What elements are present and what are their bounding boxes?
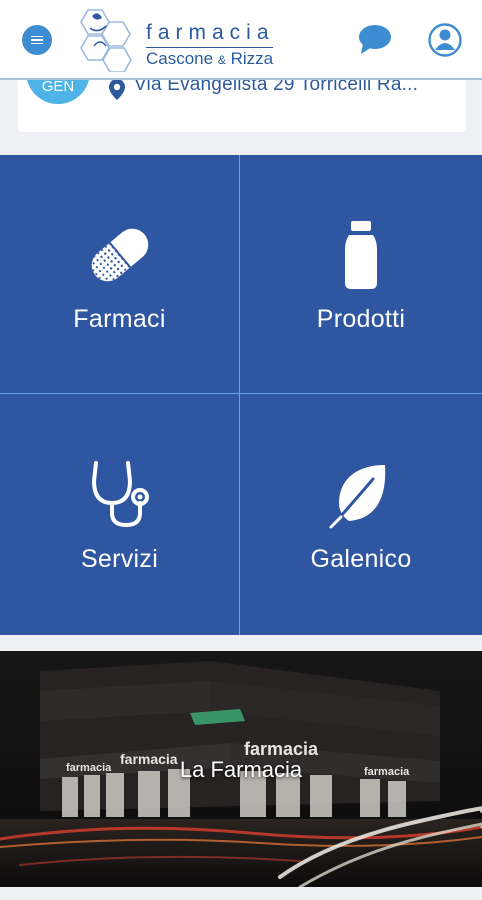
menu-button[interactable] bbox=[22, 25, 52, 55]
hamburger-icon-line bbox=[31, 42, 43, 45]
top-app-bar: farmacia Cascone & Rizza bbox=[0, 0, 482, 80]
leaf-icon bbox=[329, 465, 386, 529]
tile-label: Prodotti bbox=[316, 304, 406, 333]
hamburger-icon-line bbox=[31, 39, 43, 41]
bottle-icon bbox=[345, 220, 377, 289]
tile-label: Servizi bbox=[80, 545, 159, 573]
brand-title: farmacia bbox=[146, 21, 275, 44]
date-badge: GEN bbox=[26, 76, 90, 104]
address-card[interactable]: GEN Via Evangelista 29 Torricelli Ra... bbox=[18, 76, 466, 132]
brand-name-a: Cascone bbox=[146, 49, 214, 68]
tile-farmaci[interactable]: Farmaci bbox=[0, 155, 240, 394]
tile-servizi[interactable]: Servizi bbox=[0, 394, 240, 635]
banner-title: La Farmacia bbox=[179, 757, 303, 782]
tile-label: Galenico bbox=[310, 545, 412, 573]
storefront-sign: farmacia bbox=[244, 739, 319, 759]
brand-subtitle: Cascone & Rizza bbox=[146, 47, 274, 69]
brand-logo[interactable]: farmacia Cascone & Rizza bbox=[74, 6, 304, 72]
user-profile-icon[interactable] bbox=[427, 22, 463, 58]
chat-icon[interactable] bbox=[357, 24, 393, 56]
tile-label: Farmaci bbox=[73, 304, 166, 333]
location-pin-icon bbox=[109, 79, 125, 100]
tile-prodotti[interactable]: Prodotti bbox=[240, 155, 482, 394]
tile-galenico[interactable]: Galenico bbox=[240, 394, 482, 635]
hamburger-icon bbox=[31, 35, 43, 38]
category-grid: Farmaci Prodotti Servizi Galenico bbox=[0, 155, 482, 635]
stethoscope-icon bbox=[91, 461, 149, 528]
hexagon-logo-icon bbox=[80, 9, 132, 72]
brand-ampersand: & bbox=[217, 53, 226, 67]
pharmacy-photo-banner[interactable]: farmacia farmacia farmacia farmacia La F… bbox=[0, 651, 482, 887]
pill-icon bbox=[91, 228, 148, 281]
brand-name-b: Rizza bbox=[230, 49, 274, 68]
